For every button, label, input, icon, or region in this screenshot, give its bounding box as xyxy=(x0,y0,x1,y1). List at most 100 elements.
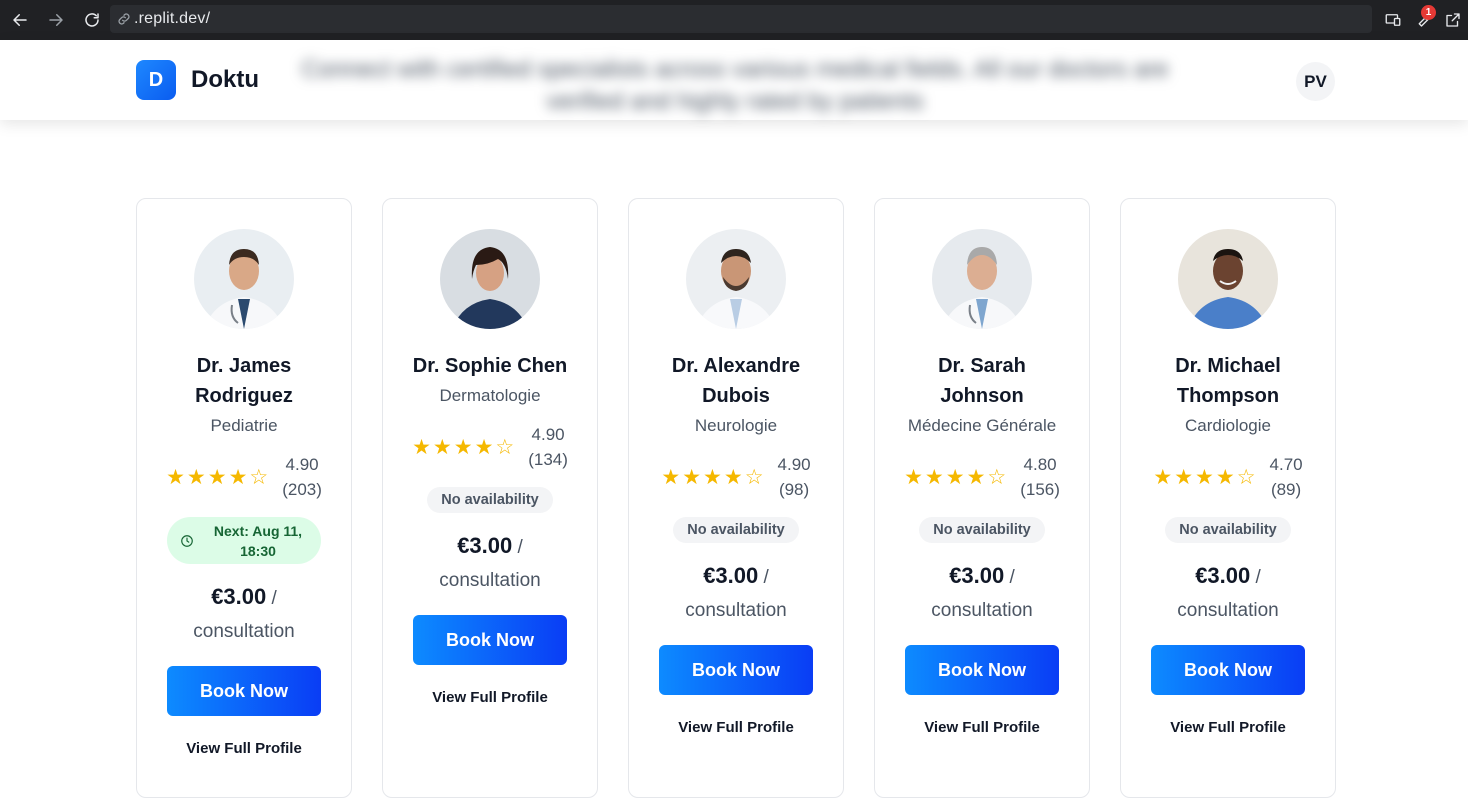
forward-button[interactable] xyxy=(44,8,68,32)
doctor-photo xyxy=(932,229,1032,329)
rating-score: 4.70 xyxy=(1269,455,1303,474)
book-now-button[interactable]: Book Now xyxy=(413,615,567,665)
price-amount: €3.00 xyxy=(1195,563,1251,588)
price: €3.00 / consultation xyxy=(439,530,540,598)
price-amount: €3.00 xyxy=(949,563,1005,588)
availability-badge: Next: Aug 11, 18:30 xyxy=(167,517,321,564)
browser-toolbar: .replit.dev/ 1 xyxy=(0,0,1468,40)
star-filled-icon: ★ xyxy=(207,465,227,489)
star-filled-icon: ★ xyxy=(1174,465,1194,489)
extensions-button[interactable]: 1 xyxy=(1408,5,1438,35)
star-filled-icon: ★ xyxy=(453,435,473,459)
star-rating: ★ ★ ★ ★ ☆ xyxy=(904,467,1006,488)
devices-button[interactable] xyxy=(1378,5,1408,35)
back-button[interactable] xyxy=(8,8,32,32)
rating-value: 4.90 (203) xyxy=(282,452,322,502)
price-unit: consultation xyxy=(1177,600,1279,621)
price: €3.00 / consultation xyxy=(193,581,294,649)
price-separator: / xyxy=(266,588,277,609)
view-profile-link[interactable]: View Full Profile xyxy=(1170,719,1286,736)
rating-score: 4.90 xyxy=(777,455,811,474)
doctor-name: Dr. Sarah Johnson xyxy=(938,355,1026,407)
doctor-specialty: Neurologie xyxy=(694,416,778,435)
star-outline-icon: ☆ xyxy=(495,435,515,459)
clock-icon xyxy=(181,534,193,547)
doctor-card: Dr. James Rodriguez Pediatrie ★ ★ ★ ★ ☆ … xyxy=(136,198,352,798)
price-amount: €3.00 xyxy=(211,584,267,609)
view-profile-link[interactable]: View Full Profile xyxy=(186,740,302,757)
star-filled-icon: ★ xyxy=(1215,465,1235,489)
star-filled-icon: ★ xyxy=(1153,465,1173,489)
rating: ★ ★ ★ ★ ☆ 4.70 (89) xyxy=(1153,452,1302,502)
star-filled-icon: ★ xyxy=(412,435,431,459)
price-unit: consultation xyxy=(193,621,295,642)
rating-value: 4.80 (156) xyxy=(1020,452,1060,502)
doctor-photo xyxy=(194,229,294,329)
view-profile-link[interactable]: View Full Profile xyxy=(678,719,794,736)
star-filled-icon: ★ xyxy=(1195,465,1214,489)
star-filled-icon: ★ xyxy=(723,465,743,489)
notification-badge: 1 xyxy=(1421,5,1436,20)
doctor-specialty: Médecine Générale xyxy=(907,416,1057,435)
doctor-specialty: Pediatrie xyxy=(210,416,278,435)
review-count: (203) xyxy=(282,480,322,499)
doctor-photo xyxy=(686,229,786,329)
price-unit: consultation xyxy=(931,600,1033,621)
address-bar[interactable]: .replit.dev/ xyxy=(110,5,1372,33)
view-profile-link[interactable]: View Full Profile xyxy=(432,689,548,706)
rating-value: 4.90 (98) xyxy=(778,452,811,502)
star-filled-icon: ★ xyxy=(228,465,248,489)
next-slot: Next: Aug 11, 18:30 xyxy=(213,522,303,559)
reload-button[interactable] xyxy=(80,8,104,32)
open-external-button[interactable] xyxy=(1438,5,1468,35)
availability-badge: No availability xyxy=(919,517,1045,543)
price: €3.00 / consultation xyxy=(1177,560,1278,628)
arrow-right-icon xyxy=(49,14,63,26)
rating: ★ ★ ★ ★ ☆ 4.90 (134) xyxy=(412,422,568,472)
site-header: D Doktu Connect with certified specialis… xyxy=(0,40,1468,120)
logo[interactable]: D Doktu xyxy=(136,60,259,100)
doctor-specialty: Dermatologie xyxy=(439,386,541,405)
star-filled-icon: ★ xyxy=(661,465,681,489)
price-separator: / xyxy=(1004,567,1015,588)
price-unit: consultation xyxy=(439,570,541,591)
doctor-name: Dr. James Rodriguez xyxy=(195,355,293,407)
book-now-button[interactable]: Book Now xyxy=(1151,645,1305,695)
doctor-photo xyxy=(440,229,540,329)
devices-icon xyxy=(1385,14,1401,26)
star-rating: ★ ★ ★ ★ ☆ xyxy=(166,467,268,488)
star-filled-icon: ★ xyxy=(474,435,494,459)
star-outline-icon: ☆ xyxy=(249,465,269,489)
brand-name: Doktu xyxy=(191,66,259,93)
star-filled-icon: ★ xyxy=(945,465,965,489)
doctor-cards: Dr. James Rodriguez Pediatrie ★ ★ ★ ★ ☆ … xyxy=(136,198,1336,798)
star-filled-icon: ★ xyxy=(166,465,185,489)
rating: ★ ★ ★ ★ ☆ 4.90 (98) xyxy=(661,452,810,502)
price-amount: €3.00 xyxy=(457,533,513,558)
doctor-card: Dr. Sophie Chen Dermatologie ★ ★ ★ ★ ☆ 4… xyxy=(382,198,598,798)
price-unit: consultation xyxy=(685,600,787,621)
book-now-button[interactable]: Book Now xyxy=(167,666,321,716)
rating: ★ ★ ★ ★ ☆ 4.90 (203) xyxy=(166,452,322,502)
rating-score: 4.90 xyxy=(531,425,565,444)
star-filled-icon: ★ xyxy=(432,435,452,459)
view-profile-link[interactable]: View Full Profile xyxy=(924,719,1040,736)
user-avatar[interactable]: PV xyxy=(1296,62,1335,101)
price-separator: / xyxy=(758,567,769,588)
logo-mark: D xyxy=(136,60,176,100)
review-count: (134) xyxy=(528,450,568,469)
review-count: (98) xyxy=(778,480,810,499)
price-separator: / xyxy=(1250,567,1261,588)
star-filled-icon: ★ xyxy=(924,465,944,489)
doctor-specialty: Cardiologie xyxy=(1185,416,1271,435)
availability-badge: No availability xyxy=(673,517,799,543)
book-now-button[interactable]: Book Now xyxy=(905,645,1059,695)
rating-score: 4.90 xyxy=(285,455,319,474)
rating: ★ ★ ★ ★ ☆ 4.80 (156) xyxy=(904,452,1060,502)
rating-value: 4.70 (89) xyxy=(1270,452,1303,502)
page-tagline: Connect with certified specialists acros… xyxy=(301,56,1169,115)
star-outline-icon: ☆ xyxy=(744,465,764,489)
star-filled-icon: ★ xyxy=(682,465,702,489)
book-now-button[interactable]: Book Now xyxy=(659,645,813,695)
rating-value: 4.90 (134) xyxy=(528,422,568,472)
